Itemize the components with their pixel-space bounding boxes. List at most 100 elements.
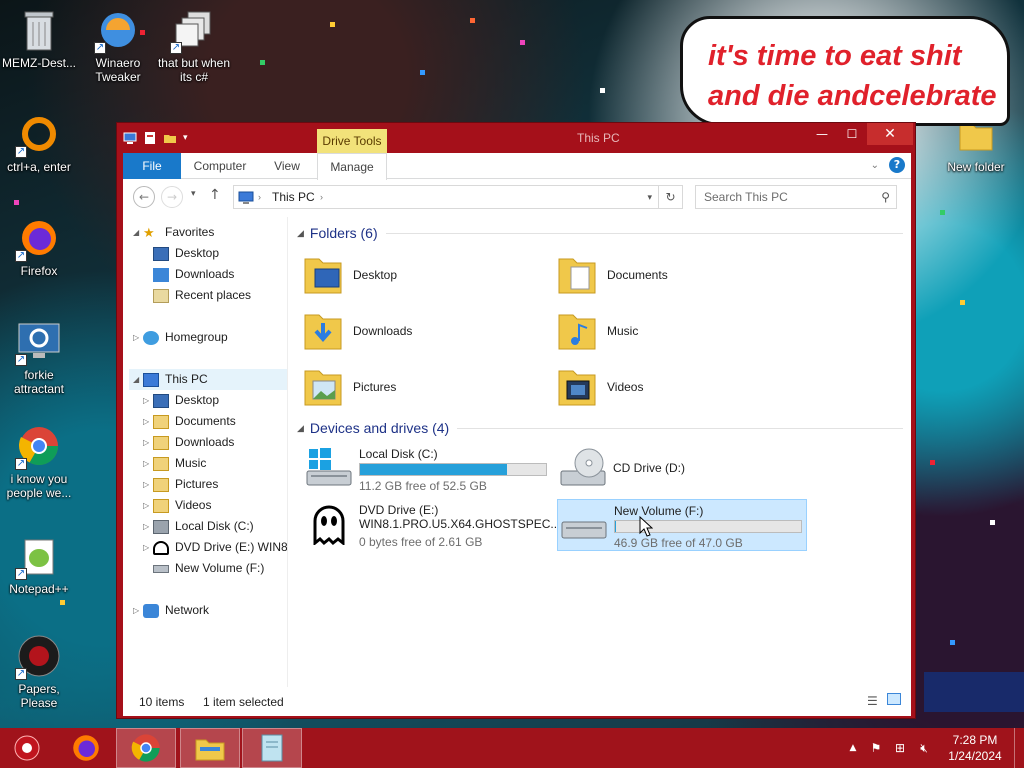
show-desktop-button[interactable] xyxy=(1014,728,1024,768)
clock-date: 1/24/2024 xyxy=(948,749,1002,763)
cd-drive-icon xyxy=(560,448,606,486)
back-button[interactable]: ← xyxy=(133,186,155,208)
tab-computer[interactable]: Computer xyxy=(189,153,251,179)
folder-videos[interactable]: Videos xyxy=(557,361,797,413)
desktop-icon-memz[interactable]: MEMZ-Dest... xyxy=(0,6,79,70)
nav-pc-videos[interactable]: ▷ Videos xyxy=(143,495,283,516)
refresh-button[interactable]: ↻ xyxy=(659,185,683,209)
desktop-icon-ctrl-a[interactable]: ↗ ctrl+a, enter xyxy=(0,110,79,174)
folder-downloads[interactable]: Downloads xyxy=(303,305,543,357)
tab-manage[interactable]: Manage xyxy=(317,153,387,180)
nav-fav-downloads[interactable]: Downloads xyxy=(143,264,283,285)
nav-pc-dvd-drive[interactable]: ▷ DVD Drive (E:) WIN8 xyxy=(143,537,287,558)
taskbar-notepad[interactable] xyxy=(242,728,302,768)
breadcrumb-separator-icon: › xyxy=(258,192,261,202)
homegroup-icon xyxy=(143,330,159,345)
up-arrow-icon[interactable]: ↑ xyxy=(209,187,221,203)
nav-pc-downloads[interactable]: ▷ Downloads xyxy=(143,432,283,453)
computer-icon xyxy=(238,190,254,212)
folders-group-header[interactable]: ◢ Folders (6) xyxy=(297,225,903,241)
firefox-icon xyxy=(73,735,99,761)
volume-muted-icon[interactable]: 🔇︎ xyxy=(912,741,936,756)
nav-pc-music[interactable]: ▷ Music xyxy=(143,453,283,474)
drive-free-space: 11.2 GB free of 52.5 GB xyxy=(359,479,487,493)
start-button[interactable] xyxy=(0,728,54,768)
show-hidden-icons-icon[interactable]: ▲ xyxy=(842,743,864,753)
shortcut-arrow-icon: ↗ xyxy=(170,42,182,54)
folder-documents[interactable]: Documents xyxy=(557,249,797,301)
nav-pc-local-disk[interactable]: ▷ Local Disk (C:) xyxy=(143,516,283,537)
taskbar-firefox[interactable] xyxy=(56,728,116,768)
pane-divider[interactable] xyxy=(287,217,288,687)
folder-music[interactable]: Music xyxy=(557,305,797,357)
shortcut-arrow-icon: ↗ xyxy=(15,668,27,680)
chrome-icon xyxy=(131,734,160,762)
address-dropdown-icon[interactable]: ▾ xyxy=(647,186,652,208)
action-center-flag-icon[interactable]: ⚑ xyxy=(864,741,888,755)
nav-pc-pictures[interactable]: ▷ Pictures xyxy=(143,474,283,495)
nav-pc-documents[interactable]: ▷ Documents xyxy=(143,411,283,432)
recent-locations-chevron-icon[interactable]: ▾ xyxy=(191,189,196,199)
nav-this-pc[interactable]: ◢ This PC xyxy=(129,369,287,390)
music-icon xyxy=(153,456,169,471)
properties-icon[interactable] xyxy=(143,131,157,145)
drive-cd-d[interactable]: CD Drive (D:) xyxy=(557,443,807,495)
title-bar[interactable]: ▾ Drive Tools This PC — ☐ ✕ xyxy=(117,123,915,153)
forward-button[interactable]: → xyxy=(161,186,183,208)
drive-dvd-e[interactable]: DVD Drive (E:) WIN8.1.PRO.U5.X64.GHOSTSP… xyxy=(303,499,560,551)
desktop-icon-notepadpp[interactable]: ↗ Notepad++ xyxy=(0,532,79,596)
details-view-icon[interactable]: ☰ xyxy=(867,694,878,708)
content-pane: ◢ Folders (6) Desktop Documents Downloads… xyxy=(293,217,905,687)
nav-homegroup[interactable]: ▷ Homegroup xyxy=(133,327,283,348)
computer-icon[interactable] xyxy=(123,131,137,145)
desktop-icon-forkie[interactable]: ↗ forkie attractant xyxy=(0,318,79,396)
nav-pc-desktop[interactable]: ▷ Desktop xyxy=(143,390,283,411)
desktop-icon-winaero[interactable]: ↗ Winaero Tweaker xyxy=(78,6,158,84)
nav-fav-recent[interactable]: Recent places xyxy=(143,285,283,306)
taskbar: ▲ ⚑ ⊞ 🔇︎ 7:28 PM 1/24/2024 xyxy=(0,728,1024,768)
chevron-down-icon[interactable]: ▾ xyxy=(183,131,197,145)
desktop-icon-chrome[interactable]: ↗ i know you people we... xyxy=(0,422,79,500)
clock[interactable]: 7:28 PM 1/24/2024 xyxy=(936,732,1014,764)
navigation-bar: ← → ▾ ↑ › This PC › ▾ ↻ Search This PC ⚲ xyxy=(123,179,911,215)
drive-local-disk-c[interactable]: Local Disk (C:) 11.2 GB free of 52.5 GB xyxy=(303,443,553,495)
breadcrumb-this-pc[interactable]: This PC xyxy=(272,186,315,208)
maximize-button[interactable]: ☐ xyxy=(837,123,867,145)
nav-favorites[interactable]: ◢ ★ Favorites xyxy=(133,222,283,243)
new-folder-icon[interactable] xyxy=(163,131,177,145)
drive-new-volume-f[interactable]: New Volume (F:) 46.9 GB free of 47.0 GB xyxy=(557,499,807,551)
desktop-icon-csharp[interactable]: ↗ that but when its c# xyxy=(154,6,234,84)
help-icon[interactable]: ? xyxy=(889,157,905,173)
address-bar[interactable]: › This PC › ▾ xyxy=(233,185,659,209)
tab-file[interactable]: File xyxy=(123,153,181,179)
desktop-icon-firefox[interactable]: ↗ Firefox xyxy=(0,214,79,278)
taskbar-chrome[interactable] xyxy=(116,728,176,768)
desktop-icon-label: Winaero Tweaker xyxy=(95,56,141,84)
mouse-pointer-icon xyxy=(639,516,653,537)
speech-bubble-text: it's time to eat shit and die andcelebra… xyxy=(708,40,997,112)
large-icons-view-icon[interactable] xyxy=(887,693,901,705)
shortcut-arrow-icon: ↗ xyxy=(15,354,27,366)
recycle-bin-icon xyxy=(24,11,54,51)
folder-pictures[interactable]: Pictures xyxy=(303,361,543,413)
network-icon xyxy=(143,603,159,618)
downloads-icon xyxy=(153,435,169,450)
folder-desktop[interactable]: Desktop xyxy=(303,249,543,301)
search-icon: ⚲ xyxy=(881,190,890,204)
desktop-folder-icon xyxy=(304,258,342,294)
desktop-icon-label: Firefox xyxy=(20,264,58,278)
tab-view[interactable]: View xyxy=(267,153,307,179)
nav-pc-new-volume[interactable]: New Volume (F:) xyxy=(143,558,283,579)
close-button[interactable]: ✕ xyxy=(867,123,913,145)
search-input[interactable]: Search This PC ⚲ xyxy=(695,185,897,209)
nav-fav-desktop[interactable]: Desktop xyxy=(143,243,283,264)
drive-icon xyxy=(561,521,607,539)
devices-group-header[interactable]: ◢ Devices and drives (4) xyxy=(297,420,903,436)
chevron-down-icon[interactable]: ⌄ xyxy=(871,160,879,171)
taskbar-file-explorer[interactable] xyxy=(180,728,240,768)
minimize-button[interactable]: — xyxy=(807,123,837,145)
network-icon[interactable]: ⊞ xyxy=(888,741,912,755)
desktop-icon-papers-please[interactable]: ↗ Papers, Please xyxy=(0,632,79,710)
nav-network[interactable]: ▷ Network xyxy=(133,600,283,621)
desktop-icon-label: Papers, Please xyxy=(18,682,60,710)
